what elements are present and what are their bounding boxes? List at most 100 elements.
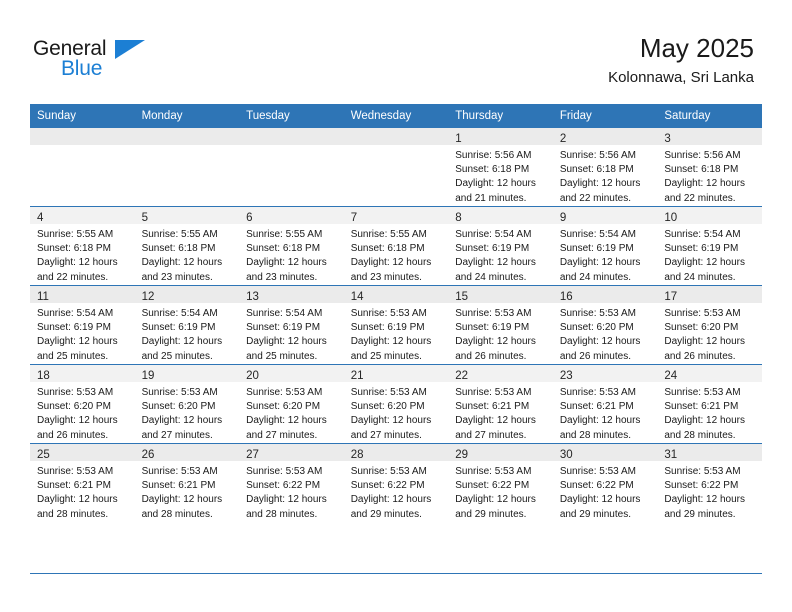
day-detail-block: Sunrise: 5:54 AM Sunset: 6:19 PM Daylight:…: [553, 224, 658, 285]
sunset-text: Sunset: 6:20 PM: [559, 322, 634, 334]
calendar-day-cell[interactable]: 6 Sunrise: 5:55 AM Sunset: 6:18 PM Daylight…: [239, 206, 344, 286]
day-number-strip: 17: [657, 286, 762, 303]
day-number-strip: [343, 128, 449, 145]
day-detail-block: Sunrise: 5:53 AM Sunset: 6:21 PM Daylight:…: [30, 461, 135, 522]
sunset-text: Sunset: 6:22 PM: [664, 480, 739, 492]
day-number-strip: 11: [30, 286, 135, 303]
daylight-text: and 26 minutes.: [559, 350, 631, 362]
daylight-text: Daylight: 12 hours: [455, 178, 536, 190]
day-number: 5: [141, 212, 148, 224]
daylight-text: and 22 minutes.: [664, 192, 736, 204]
calendar-day-cell[interactable]: 4 Sunrise: 5:55 AM Sunset: 6:18 PM Daylight…: [30, 206, 135, 286]
day-detail-block: [239, 145, 344, 149]
sunrise-text: Sunrise: 5:53 AM: [141, 387, 218, 398]
sunrise-text: Sunrise: 5:53 AM: [559, 466, 636, 477]
calendar-day-cell[interactable]: 20 Sunrise: 5:53 AM Sunset: 6:20 PM Dayligh…: [239, 364, 344, 444]
calendar-day-cell[interactable]: 18 Sunrise: 5:53 AM Sunset: 6:20 PM Dayligh…: [30, 364, 135, 444]
calendar-day-cell[interactable]: 23 Sunrise: 5:53 AM Sunset: 6:21 PM Dayligh…: [552, 364, 658, 444]
weekday-header-tuesday: Tuesday: [239, 104, 344, 128]
daylight-text: Daylight: 12 hours: [246, 257, 327, 269]
daylight-text: Daylight: 12 hours: [664, 336, 745, 348]
calendar-week-row: 4 Sunrise: 5:55 AM Sunset: 6:18 PM Daylight…: [30, 206, 762, 286]
daylight-text: and 29 minutes.: [455, 508, 527, 520]
daylight-text: Daylight: 12 hours: [141, 494, 223, 506]
daylight-text: Daylight: 12 hours: [37, 257, 118, 269]
sunrise-text: Sunrise: 5:54 AM: [455, 229, 532, 240]
calendar-day-cell[interactable]: 12 Sunrise: 5:54 AM Sunset: 6:19 PM Dayligh…: [134, 285, 240, 365]
day-number-strip: 29: [448, 444, 553, 461]
calendar-day-cell[interactable]: 11 Sunrise: 5:54 AM Sunset: 6:19 PM Dayligh…: [30, 285, 135, 365]
day-detail-block: Sunrise: 5:56 AM Sunset: 6:18 PM Daylight:…: [448, 145, 553, 206]
sunset-text: Sunset: 6:21 PM: [664, 401, 739, 413]
day-detail-block: Sunrise: 5:53 AM Sunset: 6:22 PM Daylight:…: [553, 461, 658, 522]
calendar-day-cell[interactable]: 3 Sunrise: 5:56 AM Sunset: 6:18 PM Daylight…: [657, 127, 762, 207]
sunset-text: Sunset: 6:22 PM: [246, 480, 321, 492]
day-number-strip: 27: [239, 444, 344, 461]
day-detail-block: Sunrise: 5:53 AM Sunset: 6:19 PM Daylight:…: [344, 303, 449, 364]
calendar-day-cell[interactable]: 2 Sunrise: 5:56 AM Sunset: 6:18 PM Daylight…: [552, 127, 658, 207]
calendar-bottom-rule: [30, 573, 762, 574]
daylight-text: and 22 minutes.: [559, 192, 631, 204]
calendar-day-cell[interactable]: 28 Sunrise: 5:53 AM Sunset: 6:22 PM Dayligh…: [343, 443, 449, 522]
daylight-text: Daylight: 12 hours: [350, 336, 432, 348]
calendar-day-cell[interactable]: 1 Sunrise: 5:56 AM Sunset: 6:18 PM Daylight…: [448, 127, 553, 207]
calendar-day-cell[interactable]: 15 Sunrise: 5:53 AM Sunset: 6:19 PM Dayligh…: [448, 285, 553, 365]
day-number: 23: [559, 370, 573, 382]
calendar-day-cell[interactable]: 21 Sunrise: 5:53 AM Sunset: 6:20 PM Dayligh…: [343, 364, 449, 444]
sunset-text: Sunset: 6:22 PM: [455, 480, 530, 492]
calendar-day-cell[interactable]: 16 Sunrise: 5:53 AM Sunset: 6:20 PM Dayligh…: [552, 285, 658, 365]
daylight-text: and 24 minutes.: [664, 271, 736, 283]
calendar-day-cell[interactable]: 31 Sunrise: 5:53 AM Sunset: 6:22 PM Dayligh…: [657, 443, 762, 522]
calendar-day-cell[interactable]: 10 Sunrise: 5:54 AM Sunset: 6:19 PM Dayligh…: [657, 206, 762, 286]
calendar-day-cell[interactable]: 8 Sunrise: 5:54 AM Sunset: 6:19 PM Daylight…: [448, 206, 553, 286]
daylight-text: and 26 minutes.: [37, 429, 109, 441]
weekday-header-saturday: Saturday: [657, 104, 762, 128]
calendar-day-cell[interactable]: 30 Sunrise: 5:53 AM Sunset: 6:22 PM Dayligh…: [552, 443, 658, 522]
calendar-day-cell[interactable]: 26 Sunrise: 5:53 AM Sunset: 6:21 PM Dayligh…: [134, 443, 240, 522]
daylight-text: and 27 minutes.: [455, 429, 527, 441]
day-number-strip: 7: [343, 207, 449, 224]
daylight-text: and 25 minutes.: [37, 350, 109, 362]
calendar-day-cell[interactable]: 25 Sunrise: 5:53 AM Sunset: 6:21 PM Dayligh…: [30, 443, 135, 522]
sunset-text: Sunset: 6:20 PM: [37, 401, 111, 413]
sunset-text: Sunset: 6:19 PM: [559, 243, 634, 255]
day-detail-block: Sunrise: 5:53 AM Sunset: 6:22 PM Daylight:…: [344, 461, 449, 522]
day-detail-block: Sunrise: 5:53 AM Sunset: 6:21 PM Daylight:…: [553, 382, 658, 443]
day-detail-block: Sunrise: 5:53 AM Sunset: 6:20 PM Daylight:…: [344, 382, 449, 443]
day-detail-block: Sunrise: 5:54 AM Sunset: 6:19 PM Daylight:…: [657, 224, 762, 285]
sunset-text: Sunset: 6:21 PM: [455, 401, 530, 413]
calendar-day-cell[interactable]: 27 Sunrise: 5:53 AM Sunset: 6:22 PM Dayligh…: [239, 443, 344, 522]
calendar-day-cell[interactable]: 22 Sunrise: 5:53 AM Sunset: 6:21 PM Dayligh…: [448, 364, 553, 444]
sunrise-text: Sunrise: 5:55 AM: [37, 229, 114, 240]
daylight-text: and 25 minutes.: [350, 350, 422, 362]
sunset-text: Sunset: 6:19 PM: [455, 322, 530, 334]
day-detail-block: Sunrise: 5:54 AM Sunset: 6:19 PM Daylight:…: [30, 303, 135, 364]
day-number-strip: 24: [657, 365, 762, 382]
calendar-body: 1 Sunrise: 5:56 AM Sunset: 6:18 PM Daylight…: [30, 127, 762, 522]
calendar-day-cell[interactable]: 17 Sunrise: 5:53 AM Sunset: 6:20 PM Dayligh…: [657, 285, 762, 365]
calendar-day-cell[interactable]: 5 Sunrise: 5:55 AM Sunset: 6:18 PM Daylight…: [134, 206, 240, 286]
calendar-day-cell[interactable]: 24 Sunrise: 5:53 AM Sunset: 6:21 PM Dayligh…: [657, 364, 762, 444]
general-blue-logo[interactable]: General Blue: [33, 37, 163, 83]
sunset-text: Sunset: 6:18 PM: [350, 243, 425, 255]
day-number: 12: [141, 291, 155, 303]
calendar-day-cell[interactable]: 9 Sunrise: 5:54 AM Sunset: 6:19 PM Daylight…: [552, 206, 658, 286]
sunrise-text: Sunrise: 5:53 AM: [455, 466, 532, 477]
day-number-strip: 2: [552, 128, 658, 145]
day-number: 29: [455, 449, 469, 461]
day-detail-block: Sunrise: 5:56 AM Sunset: 6:18 PM Daylight:…: [553, 145, 658, 206]
sunrise-text: Sunrise: 5:53 AM: [350, 308, 427, 319]
calendar-week-row: 1 Sunrise: 5:56 AM Sunset: 6:18 PM Daylight…: [30, 127, 762, 207]
calendar-day-cell[interactable]: 13 Sunrise: 5:54 AM Sunset: 6:19 PM Dayligh…: [239, 285, 344, 365]
calendar-day-cell[interactable]: 14 Sunrise: 5:53 AM Sunset: 6:19 PM Dayligh…: [343, 285, 449, 365]
weekday-header-thursday: Thursday: [448, 104, 553, 128]
sunset-text: Sunset: 6:19 PM: [350, 322, 425, 334]
calendar-day-cell[interactable]: 19 Sunrise: 5:53 AM Sunset: 6:20 PM Dayligh…: [134, 364, 240, 444]
daylight-text: Daylight: 12 hours: [37, 336, 118, 348]
day-number-strip: 14: [343, 286, 449, 303]
calendar-day-cell-empty: [30, 127, 135, 207]
calendar-day-cell[interactable]: 7 Sunrise: 5:55 AM Sunset: 6:18 PM Daylight…: [343, 206, 449, 286]
day-detail-block: [135, 145, 240, 149]
daylight-text: Daylight: 12 hours: [664, 415, 745, 427]
calendar-day-cell[interactable]: 29 Sunrise: 5:53 AM Sunset: 6:22 PM Dayligh…: [448, 443, 553, 522]
